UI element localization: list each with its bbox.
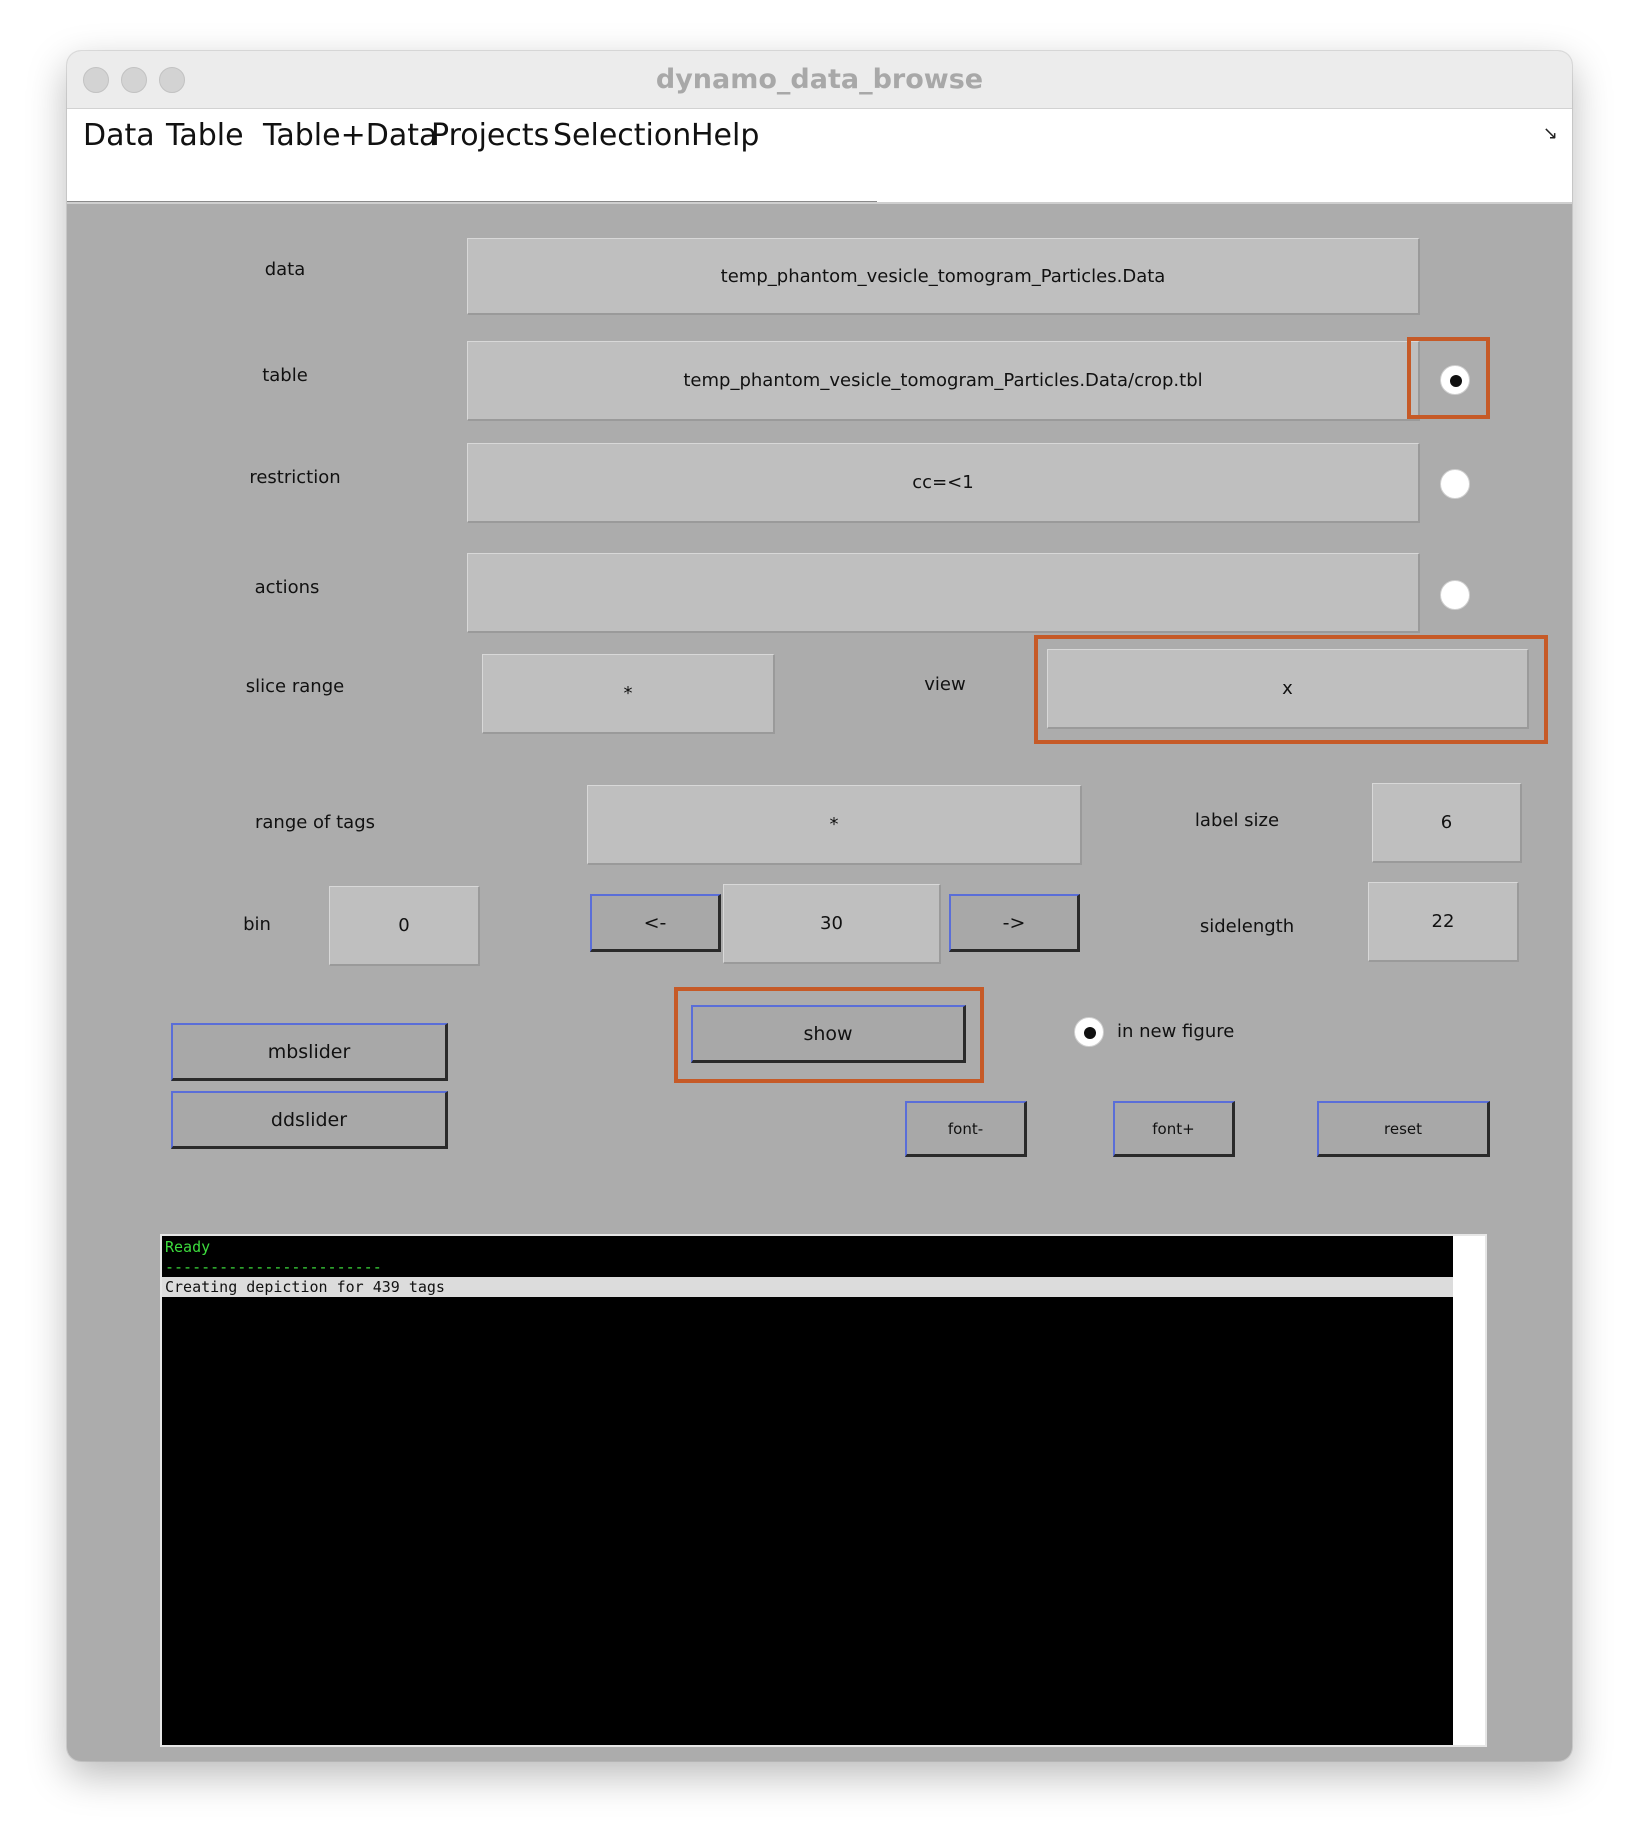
console-separator-line: ------------------------	[165, 1258, 382, 1276]
previous-button[interactable]: <-	[590, 894, 721, 952]
label-size-label: label size	[1194, 810, 1280, 831]
menu-table-data[interactable]: Table+Data	[263, 115, 437, 157]
table-label: table	[262, 365, 308, 386]
menu-bar: Data Table Table+Data Projects Selection…	[67, 109, 1572, 204]
slice-range-field[interactable]: *	[482, 654, 775, 734]
console-message-line: Creating depiction for 439 tags	[162, 1277, 1455, 1297]
actions-radio[interactable]	[1440, 580, 1470, 610]
restriction-radio[interactable]	[1440, 469, 1470, 499]
range-of-tags-label: range of tags	[254, 812, 376, 833]
in-new-figure-label: in new figure	[1117, 1021, 1235, 1042]
bin-field[interactable]: 0	[329, 886, 480, 966]
view-label: view	[924, 674, 966, 695]
sidelength-field[interactable]: 22	[1368, 882, 1519, 962]
data-label: data	[264, 259, 306, 280]
table-radio-highlight	[1407, 337, 1490, 419]
console-output[interactable]: Ready ------------------------ Creating …	[160, 1234, 1487, 1747]
range-of-tags-field[interactable]: *	[587, 785, 1082, 865]
menu-table[interactable]: Table	[166, 115, 244, 157]
in-new-figure-radio[interactable]	[1074, 1017, 1104, 1047]
actions-label: actions	[254, 577, 320, 598]
label-size-field[interactable]: 6	[1372, 783, 1522, 863]
font-increase-button[interactable]: font+	[1113, 1101, 1235, 1157]
ddslider-button[interactable]: ddslider	[171, 1091, 448, 1149]
window-title: dynamo_data_browse	[655, 64, 984, 95]
menu-projects[interactable]: Projects	[431, 115, 549, 157]
console-ready-line: Ready	[165, 1238, 211, 1256]
show-button-highlight	[674, 987, 984, 1083]
menu-help[interactable]: Help	[691, 115, 759, 157]
bin-label: bin	[243, 914, 271, 935]
sidelength-label: sidelength	[1199, 916, 1295, 937]
actions-field[interactable]	[467, 553, 1420, 633]
mbslider-button[interactable]: mbslider	[171, 1023, 448, 1081]
menu-data[interactable]: Data	[83, 115, 155, 157]
menu-divider	[67, 201, 877, 202]
next-button[interactable]: ->	[949, 894, 1080, 952]
resize-arrow-icon[interactable]: ↘	[1543, 123, 1558, 144]
view-field-highlight	[1034, 635, 1548, 744]
console-scrollbar[interactable]	[1453, 1236, 1485, 1745]
data-field[interactable]: temp_phantom_vesicle_tomogram_Particles.…	[467, 238, 1420, 315]
title-bar: dynamo_data_browse	[67, 51, 1572, 109]
restriction-label: restriction	[249, 467, 341, 488]
restriction-field[interactable]: cc=<1	[467, 443, 1420, 523]
reset-button[interactable]: reset	[1317, 1101, 1490, 1157]
step-value-field[interactable]: 30	[723, 884, 941, 964]
table-field[interactable]: temp_phantom_vesicle_tomogram_Particles.…	[467, 341, 1420, 421]
radio-selected-dot	[1084, 1027, 1096, 1039]
font-decrease-button[interactable]: font-	[905, 1101, 1027, 1157]
menu-selection[interactable]: Selection	[553, 115, 691, 157]
app-window: dynamo_data_browse Data Table Table+Data…	[67, 51, 1572, 1761]
slice-range-label: slice range	[245, 676, 345, 697]
